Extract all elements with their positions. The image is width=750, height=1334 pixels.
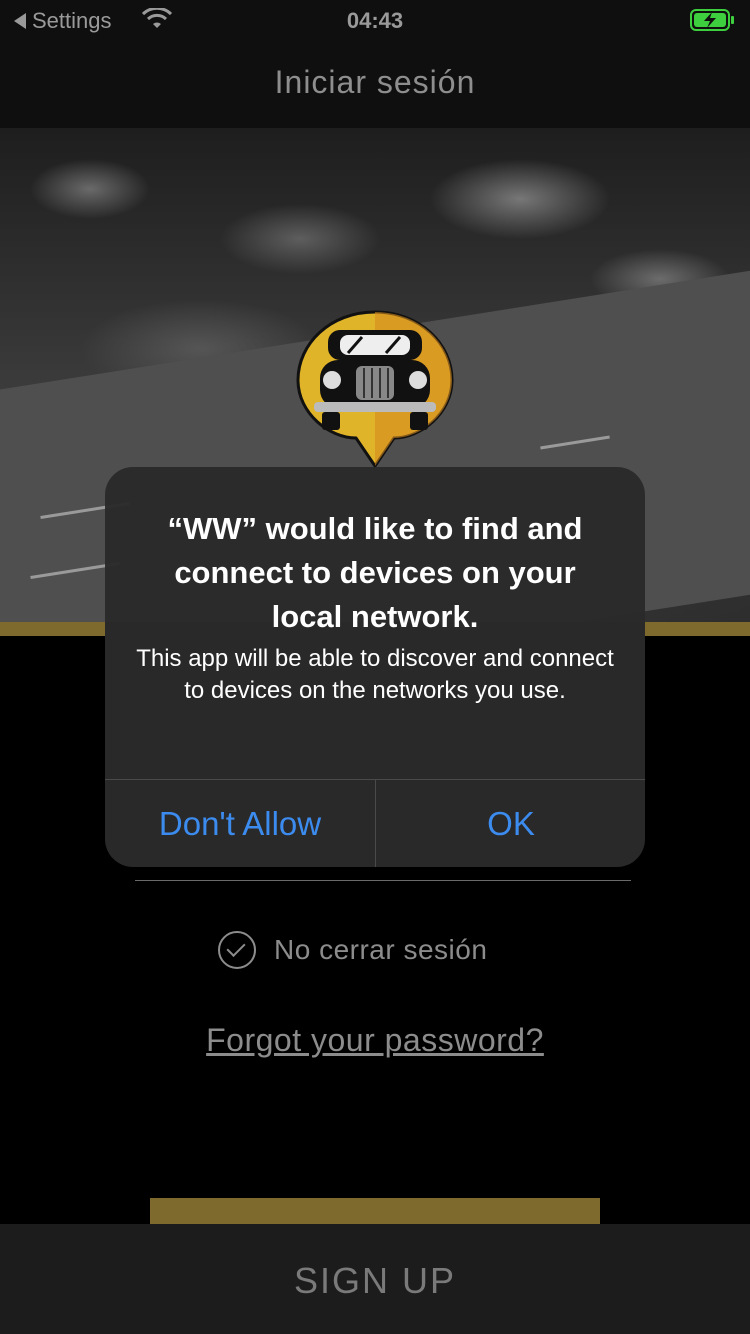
forgot-password-link[interactable]: Forgot your password? <box>0 1022 750 1059</box>
navigation-bar: Iniciar sesión <box>0 40 750 129</box>
battery-charging-icon <box>690 9 734 31</box>
login-screen: Settings 04:43 Iniciar sesión No cerrar … <box>0 0 750 1334</box>
alert-message: This app will be able to discover and co… <box>136 645 614 704</box>
app-logo-car-icon <box>296 310 454 468</box>
page-title: Iniciar sesión <box>274 64 476 100</box>
gold-accent-strip <box>0 622 105 636</box>
sign-up-button[interactable]: SIGN UP <box>0 1224 750 1334</box>
field-divider <box>135 880 631 881</box>
login-button-edge[interactable] <box>150 1198 600 1224</box>
sign-up-label: SIGN UP <box>293 1260 457 1301</box>
alert-title: “WW” would like to find and connect to d… <box>167 511 583 634</box>
gold-accent-strip <box>645 622 750 636</box>
local-network-permission-alert: “WW” would like to find and connect to d… <box>105 467 645 867</box>
keep-signed-in-toggle[interactable]: No cerrar sesión <box>218 930 487 970</box>
keep-signed-in-label: No cerrar sesión <box>274 934 488 965</box>
status-bar: Settings 04:43 <box>0 0 750 40</box>
ok-button[interactable]: OK <box>376 780 645 867</box>
status-time: 04:43 <box>346 8 404 33</box>
checkmark-circle-icon[interactable] <box>218 931 256 969</box>
dont-allow-button[interactable]: Don't Allow <box>105 780 375 867</box>
